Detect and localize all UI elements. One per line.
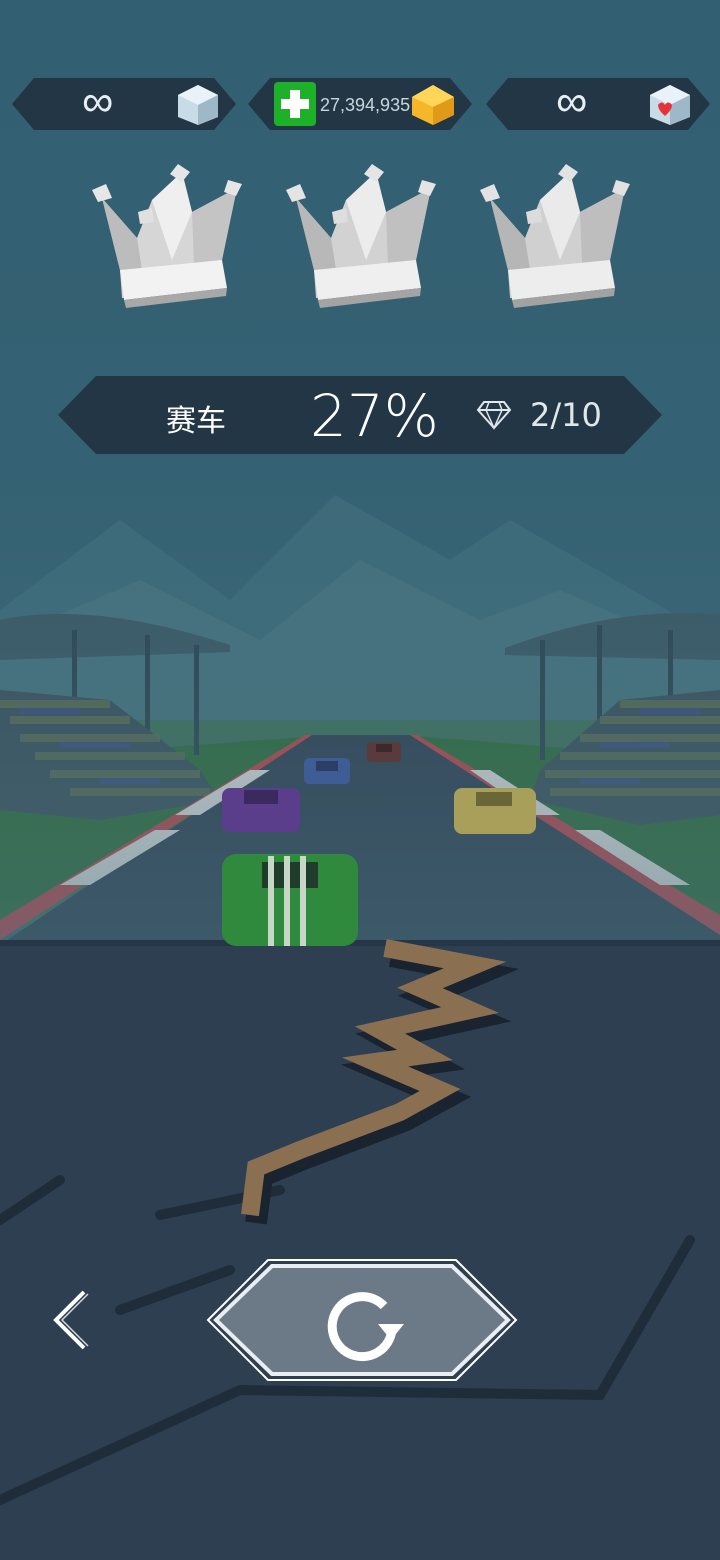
opponent-car-yellow (454, 788, 536, 834)
silver-crown-icon (480, 164, 630, 308)
crown-1 (92, 164, 242, 308)
hearts-pill: ∞ (486, 78, 710, 130)
silver-crown-icon (286, 164, 436, 308)
silver-crown-icon (92, 164, 242, 308)
gem-count: 2/10 (530, 396, 602, 434)
lives-infinite: ∞ (82, 77, 114, 126)
coin-count: 27,394,935 (320, 95, 411, 115)
level-name: 赛车 (166, 404, 226, 439)
coins-pill: 27,394,935 (248, 78, 472, 130)
level-info-panel: 赛车 27% 2/10 (58, 376, 662, 454)
crown-3 (480, 164, 630, 308)
retry-button[interactable] (206, 1258, 518, 1382)
diamond-icon (476, 401, 512, 430)
green-plus-icon[interactable] (274, 82, 316, 126)
hearts-infinite: ∞ (556, 77, 588, 126)
chevron-left-icon (53, 1290, 89, 1350)
ice-cube-icon (178, 85, 218, 125)
heart-cube-icon (650, 85, 690, 125)
opponent-car-red (367, 742, 401, 762)
player-car-green (222, 854, 358, 946)
opponent-car-purple (222, 788, 300, 832)
level-progress: 27% (310, 382, 439, 450)
back-button[interactable] (44, 1288, 96, 1352)
opponent-car-blue (304, 758, 350, 784)
lives-pill: ∞ (12, 78, 236, 130)
crown-2 (286, 164, 436, 308)
gold-cube-icon (412, 85, 454, 125)
